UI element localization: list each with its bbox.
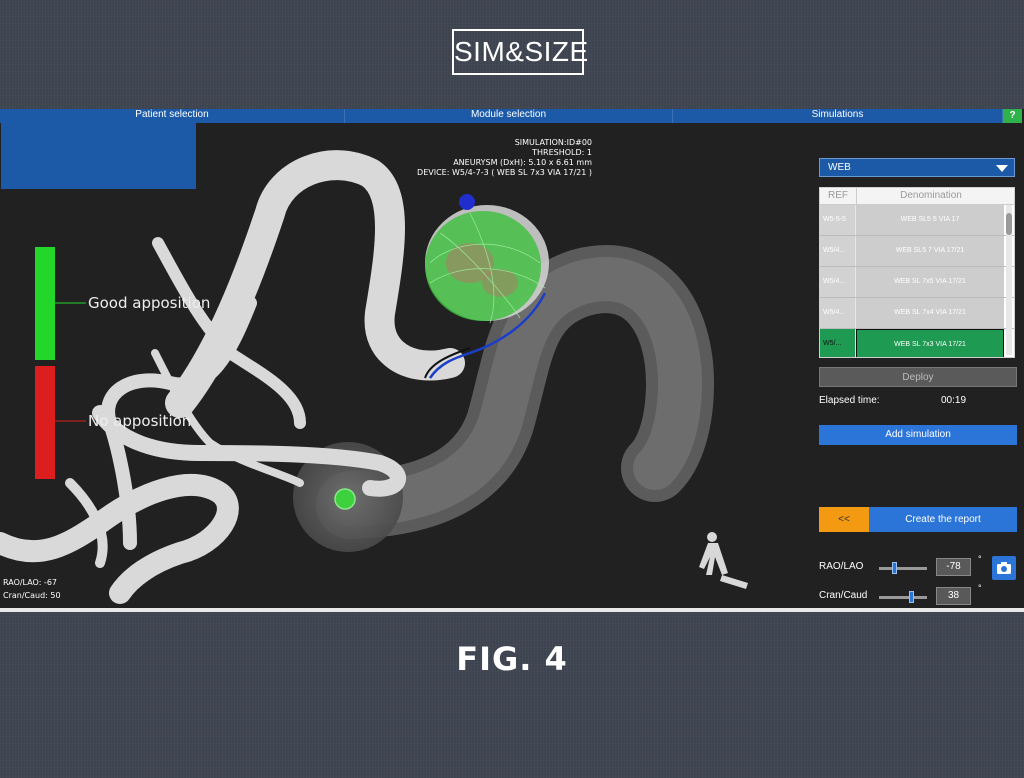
vessel-render (0, 150, 748, 604)
row-denomination: WEB SL 7x3 VIA 17/21 (856, 329, 1004, 357)
row-ref: W5-5-5 (820, 205, 856, 235)
threshold: THRESHOLD: 1 (532, 148, 592, 157)
deploy-button[interactable]: Deploy (819, 367, 1017, 387)
good-apposition-bar (35, 247, 55, 360)
help-icon[interactable]: ? (1003, 109, 1022, 123)
row-denomination: WEB SL 7x4 VIA 17/21 (856, 298, 1004, 328)
create-report-button[interactable]: Create the report (869, 507, 1017, 532)
cran-caud-readout: Cran/Caud: 50 (3, 591, 61, 600)
camera-button[interactable] (992, 556, 1016, 580)
tab-simulations[interactable]: Simulations (673, 109, 1003, 123)
sim-size-logo: SIM&SIZE (452, 29, 588, 75)
device-type-value: WEB (828, 162, 851, 173)
table-scrollbar[interactable] (1006, 205, 1012, 355)
3d-viewport[interactable]: Good apposition No apposition SIMULATION… (0, 123, 808, 608)
tab-patient-selection[interactable]: Patient selection (0, 109, 345, 123)
elapsed-time-label: Elapsed time: (819, 395, 880, 406)
aneurysm-size: ANEURYSM (DxH): 5.10 x 6.61 mm (453, 158, 592, 167)
add-simulation-button[interactable]: Add simulation (819, 425, 1017, 445)
figure-caption: FIG. 4 (456, 640, 568, 678)
device-table: REF Denomination W5-5-5 WEB SL5 5 VIA 17… (819, 187, 1015, 358)
row-denomination: WEB SL5 5 VIA 17 (856, 205, 1004, 235)
rao-lao-readout: RAO/LAO: -67 (3, 578, 57, 587)
blue-info-box (1, 123, 196, 189)
rao-lao-unit: ° (978, 554, 982, 564)
row-ref: W5/4... (820, 236, 856, 266)
table-header: REF Denomination (820, 188, 1014, 205)
simulation-info: SIMULATION:ID#00 THRESHOLD: 1 ANEURYSM (… (417, 138, 592, 178)
column-ref[interactable]: REF (820, 188, 857, 204)
table-row[interactable]: W5/4... WEB SL5 7 VIA 17/21 (820, 236, 1014, 267)
scrollbar-thumb[interactable] (1006, 213, 1012, 235)
green-marker (334, 488, 356, 510)
cran-caud-value[interactable]: 38 (936, 587, 971, 605)
row-ref: W5/... (820, 329, 856, 357)
table-row-selected[interactable]: W5/... WEB SL 7x3 VIA 17/21 (820, 329, 1014, 357)
cran-caud-unit: ° (978, 583, 982, 593)
device-name: DEVICE: W5/4-7-3 ( WEB SL 7x3 VIA 17/21 … (417, 168, 592, 177)
chevron-down-icon[interactable] (996, 165, 1008, 172)
row-denomination: WEB SL5 7 VIA 17/21 (856, 236, 1004, 266)
tab-bar: Patient selection Module selection Simul… (0, 109, 1024, 123)
table-row[interactable]: W5/4... WEB SL 7x5 VIA 17/21 (820, 267, 1014, 298)
rao-lao-slider[interactable] (879, 562, 927, 574)
table-row[interactable]: W5-5-5 WEB SL5 5 VIA 17 (820, 205, 1014, 236)
row-denomination: WEB SL 7x5 VIA 17/21 (856, 267, 1004, 297)
rao-lao-value[interactable]: -78 (936, 558, 971, 576)
cran-caud-label: Cran/Caud (819, 590, 868, 601)
row-ref: W5/4... (820, 267, 856, 297)
tab-module-selection[interactable]: Module selection (345, 109, 673, 123)
simulation-id: SIMULATION:ID#00 (514, 138, 592, 147)
app-window: Patient selection Module selection Simul… (0, 109, 1024, 612)
camera-icon (997, 562, 1011, 574)
back-button[interactable]: << (819, 507, 869, 532)
patient-figure-icon (699, 532, 748, 589)
good-apposition-label: Good apposition (88, 294, 211, 312)
device-type-select[interactable]: WEB (819, 158, 1015, 177)
row-ref: W5/4... (820, 298, 856, 328)
cran-caud-slider-knob[interactable] (909, 591, 914, 603)
simulation-panel: WEB REF Denomination W5-5-5 WEB SL5 5 VI… (808, 123, 1024, 608)
cran-caud-slider[interactable] (879, 591, 927, 603)
no-apposition-bar (35, 366, 55, 479)
rao-lao-label: RAO/LAO (819, 561, 864, 572)
rao-lao-slider-knob[interactable] (892, 562, 897, 574)
table-row[interactable]: W5/4... WEB SL 7x4 VIA 17/21 (820, 298, 1014, 329)
column-denomination[interactable]: Denomination (857, 188, 1005, 204)
no-apposition-label: No apposition (88, 412, 192, 430)
elapsed-time-value: 00:19 (941, 395, 967, 406)
